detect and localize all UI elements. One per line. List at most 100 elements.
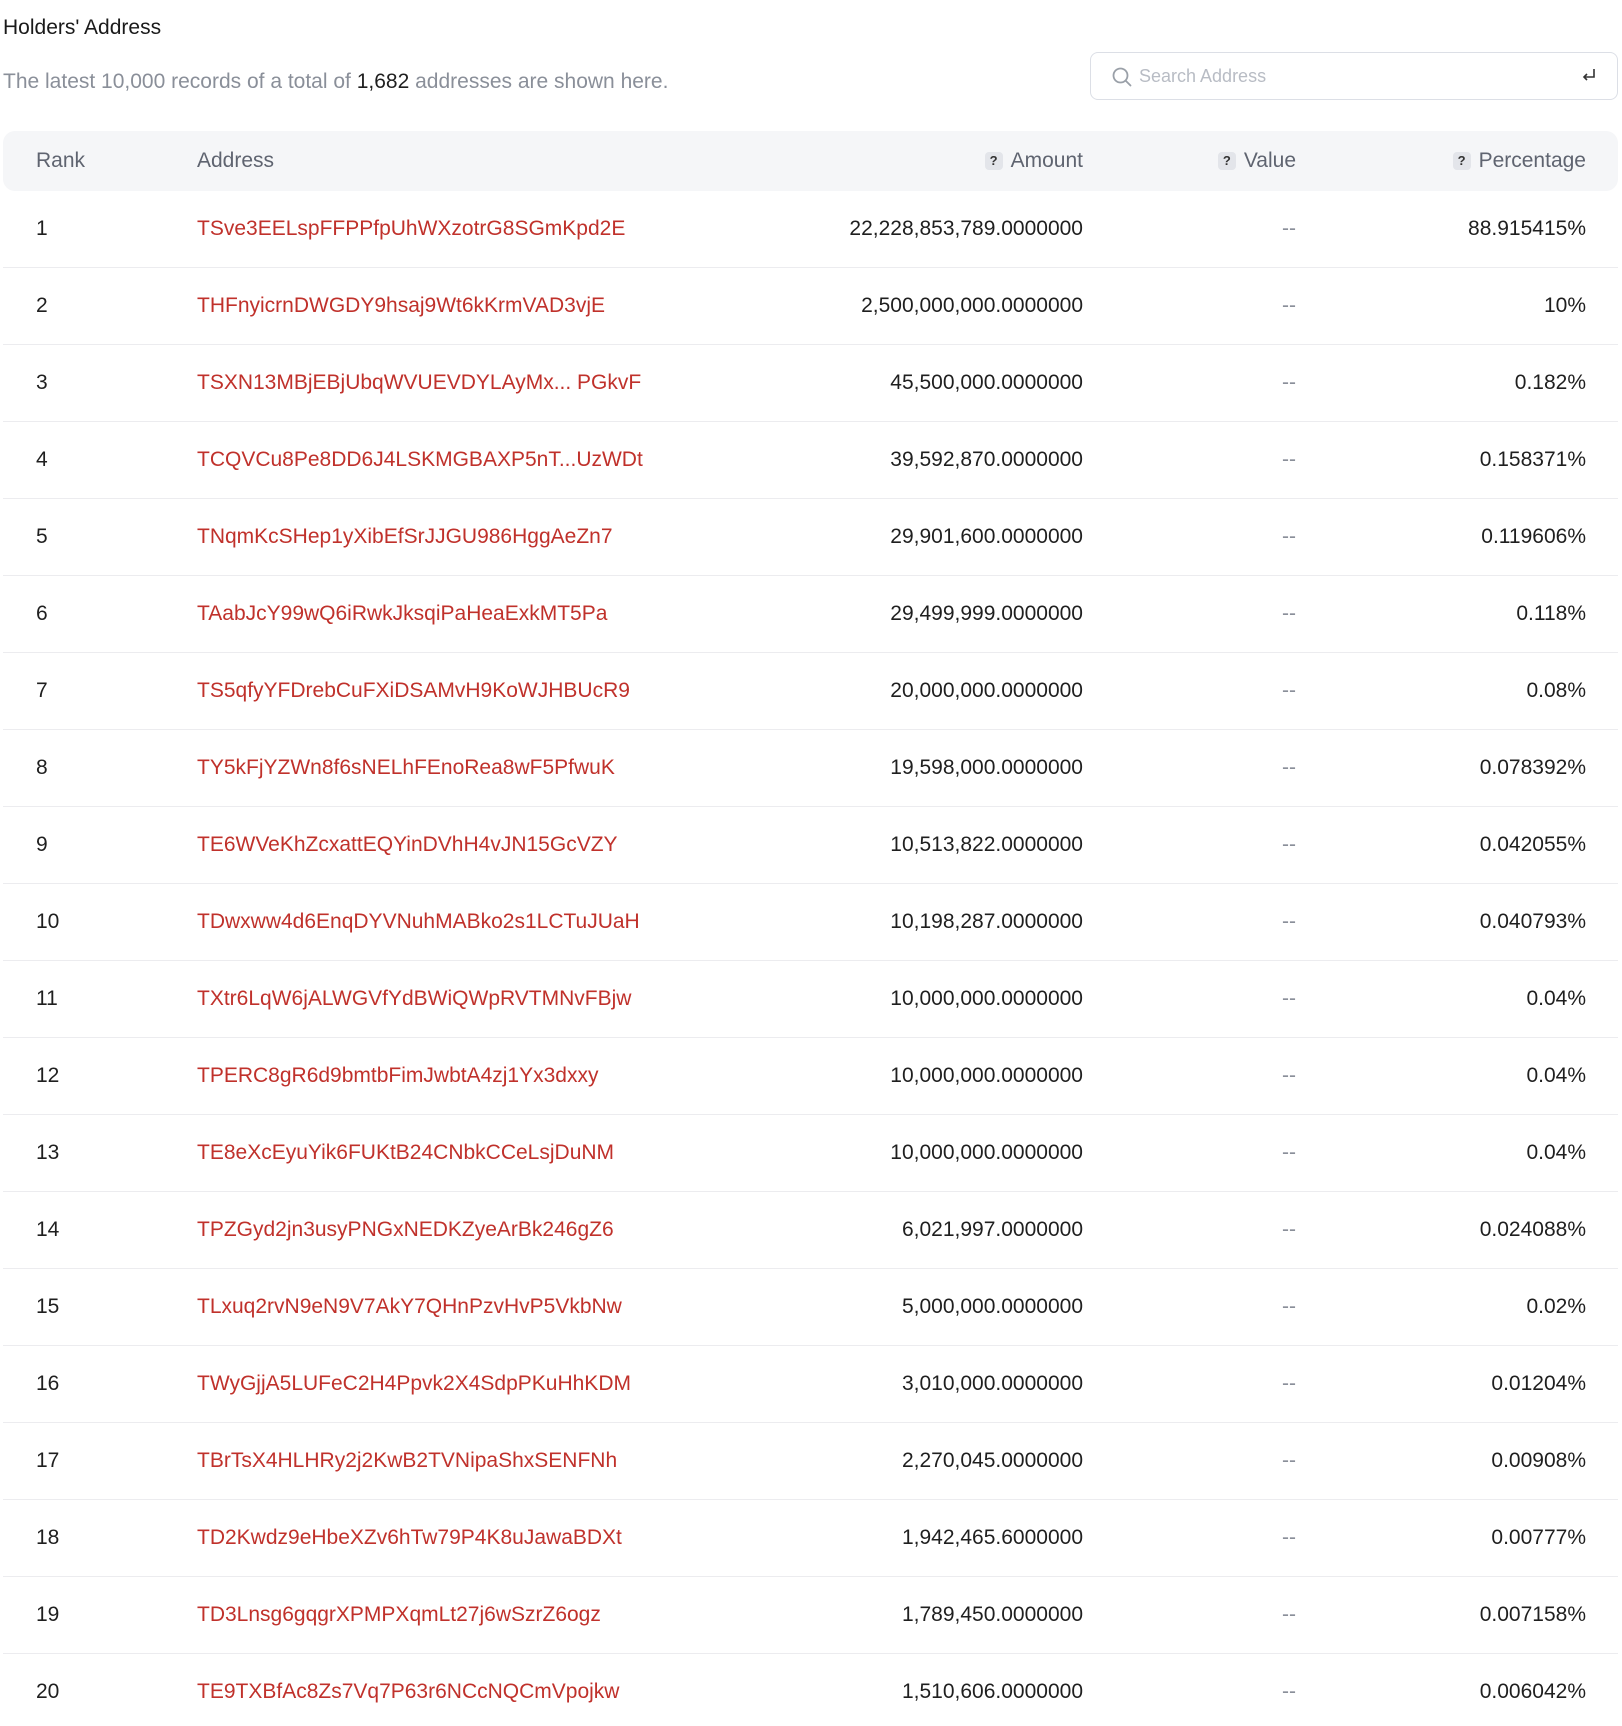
amount-cell: 10,198,287.0000000	[890, 910, 1083, 933]
percentage-cell: 10%	[1543, 294, 1586, 317]
amount-cell: 10,000,000.0000000	[890, 987, 1083, 1010]
address-link[interactable]: TWyGjjA5LUFeC2H4Ppvk2X4SdpPKuHhKDM	[197, 1372, 631, 1396]
table-row: 10 TDwxww4d6EnqDYVNuhMABko2s1LCTuJUaH 10,1…	[3, 884, 1618, 961]
address-link[interactable]: TE6WVeKhZcxattEQYinDVhH4vJN15GcVZY	[197, 833, 618, 857]
value-cell: --	[1282, 1295, 1296, 1318]
column-header-value: ? Value	[1217, 131, 1296, 191]
summary-count: 1,682	[356, 70, 410, 93]
column-header-rank: Rank	[36, 149, 86, 172]
amount-cell: 1,789,450.0000000	[901, 1603, 1083, 1626]
table-row: 3 TSXN13MBjEBjUbqWVUEVDYLAyMx... PGkvF 45,…	[3, 345, 1618, 422]
percentage-cell: 0.04%	[1526, 1064, 1586, 1087]
address-link[interactable]: TD3Lnsg6gqgrXPMPXqmLt27j6wSzrZ6ogz	[197, 1603, 601, 1627]
address-link[interactable]: TXtr6LqW6jALWGVfYdBWiQWpRVTMNvFBjw	[197, 987, 631, 1011]
amount-cell: 2,500,000,000.0000000	[861, 294, 1083, 317]
amount-cell: 5,000,000.0000000	[901, 1295, 1083, 1318]
address-link[interactable]: TLxuq2rvN9eN9V7AkY7QHnPzvHvP5VkbNw	[197, 1295, 622, 1319]
amount-cell: 29,901,600.0000000	[890, 525, 1083, 548]
value-cell: --	[1282, 910, 1296, 933]
percentage-cell: 0.118%	[1516, 602, 1586, 625]
address-link[interactable]: TSXN13MBjEBjUbqWVUEVDYLAyMx... PGkvF	[197, 371, 641, 395]
percentage-cell: 0.00777%	[1491, 1526, 1586, 1549]
rank-cell: 14	[36, 1218, 60, 1241]
amount-cell: 29,499,999.0000000	[890, 602, 1083, 625]
value-cell: --	[1282, 1064, 1296, 1087]
amount-cell: 3,010,000.0000000	[901, 1372, 1083, 1395]
percentage-cell: 0.119606%	[1481, 525, 1586, 548]
value-cell: --	[1282, 1526, 1296, 1549]
records-summary: The latest 10,000 records of a total of …	[3, 70, 668, 94]
value-cell: --	[1282, 371, 1296, 394]
value-help-icon[interactable]: ?	[1217, 152, 1236, 170]
address-link[interactable]: TAabJcY99wQ6iRwkJksqiPaHeaExkMT5Pa	[197, 602, 607, 626]
address-link[interactable]: TPERC8gR6d9bmtbFimJwbtA4zj1Yx3dxxy	[197, 1064, 598, 1088]
address-link[interactable]: TPZGyd2jn3usyPNGxNEDKZyeArBk246gZ6	[197, 1218, 614, 1242]
address-link[interactable]: TSve3EELspFFPPfpUhWXzotrG8SGmKpd2E	[197, 217, 625, 241]
table-header: Rank Address ? Amount ? Value ? Percenta…	[3, 131, 1618, 191]
amount-cell: 2,270,045.0000000	[901, 1449, 1083, 1472]
address-link[interactable]: TBrTsX4HLHRy2j2KwB2TVNipaShxSENFNh	[197, 1449, 617, 1473]
table-row: 6 TAabJcY99wQ6iRwkJksqiPaHeaExkMT5Pa 29,49…	[3, 576, 1618, 653]
value-cell: --	[1282, 1680, 1296, 1703]
rank-cell: 3	[36, 371, 48, 394]
percentage-cell: 0.158371%	[1479, 448, 1586, 471]
percentage-cell: 0.024088%	[1479, 1218, 1586, 1241]
rank-cell: 19	[36, 1603, 60, 1626]
rank-cell: 4	[36, 448, 48, 471]
table-row: 15 TLxuq2rvN9eN9V7AkY7QHnPzvHvP5VkbNw 5,00…	[3, 1269, 1618, 1346]
value-cell: --	[1282, 987, 1296, 1010]
address-link[interactable]: TS5qfyYFDrebCuFXiDSAMvH9KoWJHBUcR9	[197, 679, 630, 703]
percentage-cell: 0.04%	[1526, 987, 1586, 1010]
percentage-cell: 0.006042%	[1479, 1680, 1586, 1703]
column-header-percentage: ? Percentage	[1452, 131, 1586, 191]
amount-cell: 10,513,822.0000000	[890, 833, 1083, 856]
value-cell: --	[1282, 1449, 1296, 1472]
rank-cell: 5	[36, 525, 48, 548]
column-header-address: Address	[197, 149, 275, 172]
table-row: 9 TE6WVeKhZcxattEQYinDVhH4vJN15GcVZY 10,51…	[3, 807, 1618, 884]
column-header-amount-label: Amount	[1010, 149, 1083, 172]
value-cell: --	[1282, 756, 1296, 779]
value-cell: --	[1282, 525, 1296, 548]
amount-help-icon[interactable]: ?	[984, 152, 1003, 170]
percentage-cell: 0.04%	[1526, 1141, 1586, 1164]
amount-cell: 22,228,853,789.0000000	[849, 217, 1083, 240]
percentage-help-icon[interactable]: ?	[1452, 152, 1471, 170]
percentage-cell: 88.915415%	[1468, 217, 1586, 240]
rank-cell: 12	[36, 1064, 60, 1087]
table-row: 18 TD2Kwdz9eHbeXZv6hTw79P4K8uJawaBDXt 1,94…	[3, 1500, 1618, 1577]
value-cell: --	[1282, 1218, 1296, 1241]
address-link[interactable]: TCQVCu8Pe8DD6J4LSKMGBAXP5nT...UzWDt	[197, 448, 643, 472]
address-link[interactable]: TDwxww4d6EnqDYVNuhMABko2s1LCTuJUaH	[197, 910, 640, 934]
address-link[interactable]: TY5kFjYZWn8f6sNELhFEnoRea8wF5PfwuK	[197, 756, 615, 780]
table-row: 13 TE8eXcEyuYik6FUKtB24CNbkCCeLsjDuNM 10,0…	[3, 1115, 1618, 1192]
rank-cell: 1	[36, 217, 48, 240]
amount-cell: 19,598,000.0000000	[890, 756, 1083, 779]
holders-table: Rank Address ? Amount ? Value ? Percenta…	[3, 131, 1618, 1726]
table-row: 19 TD3Lnsg6gqgrXPMPXqmLt27j6wSzrZ6ogz 1,78…	[3, 1577, 1618, 1654]
column-header-amount: ? Amount	[984, 131, 1083, 191]
address-link[interactable]: TE9TXBfAc8Zs7Vq7P63r6NCcNQCmVpojkw	[197, 1680, 619, 1704]
rank-cell: 17	[36, 1449, 60, 1472]
rank-cell: 7	[36, 679, 48, 702]
table-row: 12 TPERC8gR6d9bmtbFimJwbtA4zj1Yx3dxxy 10,0…	[3, 1038, 1618, 1115]
table-row: 1 TSve3EELspFFPPfpUhWXzotrG8SGmKpd2E 22,22…	[3, 191, 1618, 268]
address-link[interactable]: TNqmKcSHep1yXibEfSrJJGU986HggAeZn7	[197, 525, 613, 549]
rank-cell: 15	[36, 1295, 60, 1318]
search-input[interactable]	[1139, 61, 1539, 91]
table-row: 20 TE9TXBfAc8Zs7Vq7P63r6NCcNQCmVpojkw 1,51…	[3, 1654, 1618, 1726]
rank-cell: 11	[36, 987, 58, 1010]
percentage-cell: 0.182%	[1514, 371, 1586, 394]
search-box[interactable]	[1090, 52, 1618, 100]
enter-icon[interactable]	[1579, 66, 1599, 86]
amount-cell: 10,000,000.0000000	[890, 1141, 1083, 1164]
search-icon	[1112, 67, 1132, 87]
table-row: 7 TS5qfyYFDrebCuFXiDSAMvH9KoWJHBUcR9 20,00…	[3, 653, 1618, 730]
amount-cell: 45,500,000.0000000	[890, 371, 1083, 394]
address-link[interactable]: TD2Kwdz9eHbeXZv6hTw79P4K8uJawaBDXt	[197, 1526, 622, 1550]
table-row: 2 THFnyicrnDWGDY9hsaj9Wt6kKrmVAD3vjE 2,500…	[3, 268, 1618, 345]
value-cell: --	[1282, 448, 1296, 471]
address-link[interactable]: THFnyicrnDWGDY9hsaj9Wt6kKrmVAD3vjE	[197, 294, 605, 318]
table-body: 1 TSve3EELspFFPPfpUhWXzotrG8SGmKpd2E 22,22…	[3, 191, 1618, 1726]
address-link[interactable]: TE8eXcEyuYik6FUKtB24CNbkCCeLsjDuNM	[197, 1141, 614, 1165]
